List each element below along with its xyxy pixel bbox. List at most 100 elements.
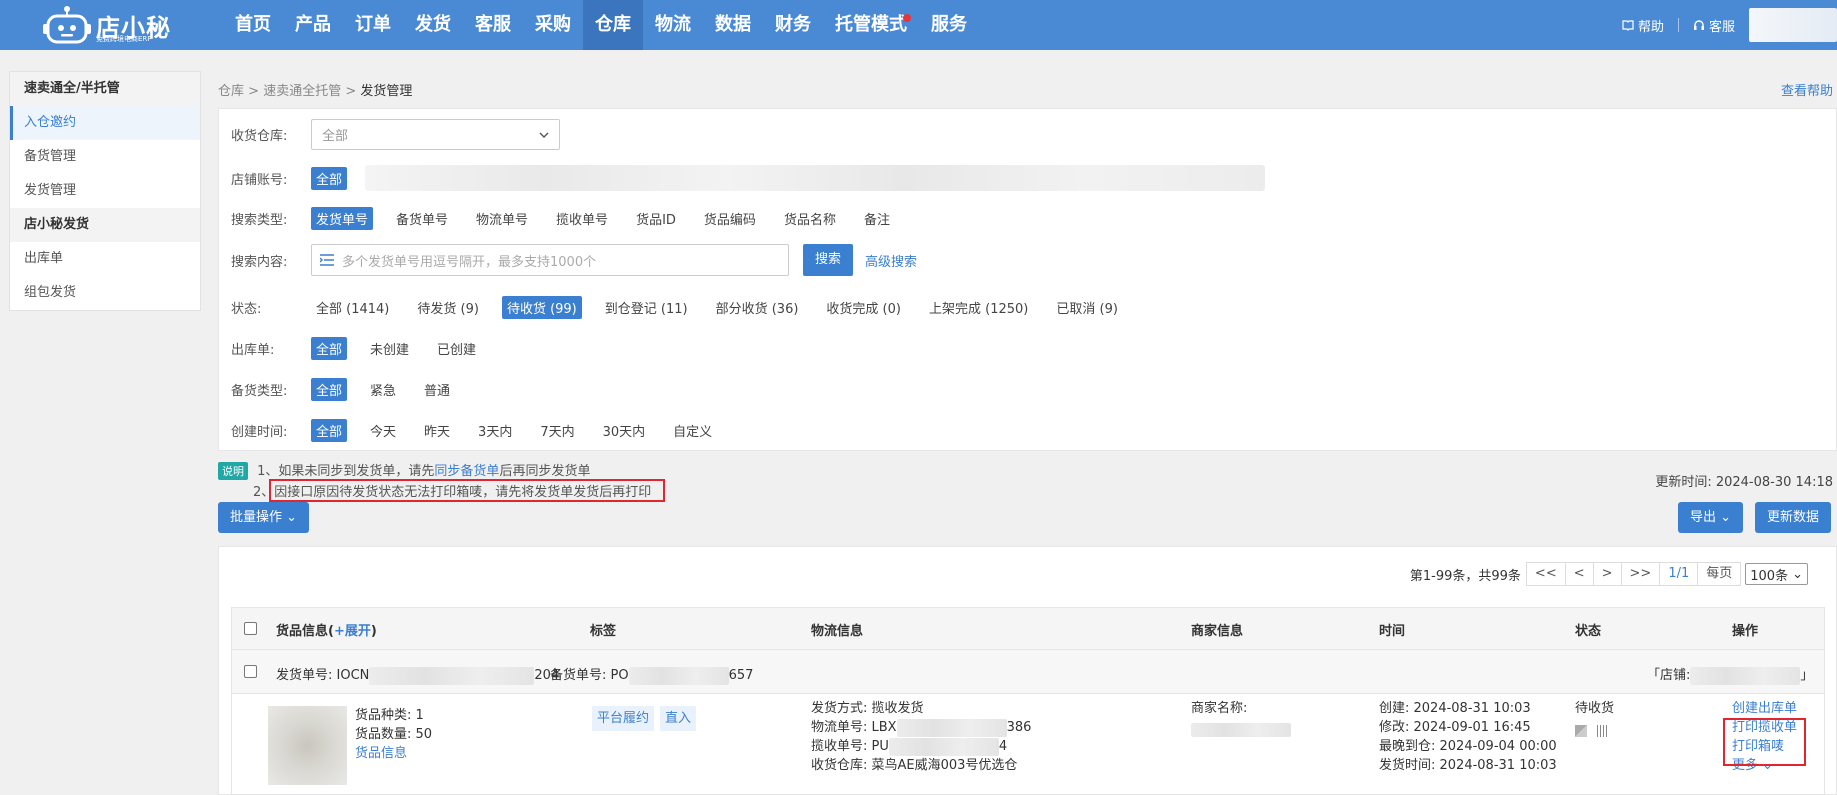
nav-services[interactable]: 服务 — [919, 0, 979, 50]
service-top-link[interactable]: 客服 — [1693, 16, 1735, 35]
sidebar-item-shipping-management[interactable]: 发货管理 — [10, 174, 200, 208]
export-button[interactable]: 导出 ⌄ — [1678, 502, 1744, 533]
sidebar-item-outbound-order[interactable]: 出库单 — [10, 242, 200, 276]
nav-customer-service[interactable]: 客服 — [463, 0, 523, 50]
breadcrumb: 仓库 > 速卖通全托管 > 发货管理 — [218, 80, 412, 99]
help-top-label: 帮助 — [1637, 19, 1664, 35]
header-tags: 标签 — [590, 624, 617, 639]
logistics-cell: 发货方式: 揽收发货 物流单号: LBX 386 揽收单号: PU 4 收货仓库: … — [811, 699, 1031, 775]
expand-link[interactable]: +展开 — [334, 624, 371, 639]
search-button[interactable]: 搜索 — [803, 244, 854, 276]
ship-method: 发货方式: 揽收发货 — [811, 701, 924, 716]
sync-stock-order-link[interactable]: 同步备货单 — [434, 464, 499, 479]
store-name-close: 」 — [1800, 668, 1814, 683]
stock-type-option[interactable]: 普通 — [419, 378, 455, 401]
outbound-option[interactable]: 未创建 — [365, 337, 414, 360]
nav-finance[interactable]: 财务 — [763, 0, 823, 50]
per-page-value: 100条 — [1750, 568, 1789, 584]
status-option[interactable]: 待发货 (9) — [412, 296, 484, 319]
refresh-data-button[interactable]: 更新数据 — [1755, 502, 1832, 533]
select-all-checkbox[interactable] — [244, 622, 257, 635]
search-type-option[interactable]: 备注 — [859, 207, 895, 230]
search-type-option[interactable]: 备货单号 — [391, 207, 453, 230]
created-option[interactable]: 3天内 — [473, 419, 517, 442]
nav-logistics[interactable]: 物流 — [643, 0, 703, 50]
status-cell: 待收货 — [1575, 699, 1619, 743]
created-option[interactable]: 昨天 — [419, 419, 455, 442]
filter-stock-type-row: 备货类型: 全部 紧急 普通 — [231, 378, 473, 401]
stock-type-option[interactable]: 紧急 — [365, 378, 401, 401]
outbound-option[interactable]: 已创建 — [432, 337, 481, 360]
goods-kinds: 货品种类: 1 — [355, 708, 424, 723]
sidebar-group-aliexpress-hosting: 速卖通全/半托管 — [10, 72, 200, 106]
store-option-all[interactable]: 全部 — [311, 166, 348, 190]
first-page-button[interactable]: << — [1525, 562, 1566, 586]
search-type-option[interactable]: 揽收单号 — [551, 207, 613, 230]
prev-page-button[interactable]: < — [1564, 562, 1594, 586]
search-type-option[interactable]: 物流单号 — [471, 207, 533, 230]
nav-shipping[interactable]: 发货 — [403, 0, 463, 50]
per-page-select[interactable]: 100条 ⌄ — [1745, 563, 1808, 585]
copy-icon[interactable] — [1575, 725, 1587, 737]
search-type-option[interactable]: 货品编码 — [699, 207, 761, 230]
status-option-selected[interactable]: 待收货 (99) — [501, 296, 582, 319]
created-option[interactable]: 30天内 — [598, 419, 651, 442]
redacted-block — [369, 666, 535, 685]
receiving-warehouse: 收货仓库: 菜鸟AE威海003号优选仓 — [811, 758, 1018, 773]
created-option[interactable]: 今天 — [365, 419, 401, 442]
goods-info: 货品种类: 1 货品数量: 50 货品信息 — [355, 706, 432, 763]
status-option[interactable]: 收货完成 (0) — [821, 296, 906, 319]
nav-data[interactable]: 数据 — [703, 0, 763, 50]
next-page-button[interactable]: > — [1592, 562, 1622, 586]
stock-type-option[interactable]: 全部 — [311, 378, 348, 401]
help-top-link[interactable]: 帮助 — [1622, 16, 1664, 35]
status-option[interactable]: 上架完成 (1250) — [924, 296, 1033, 319]
batch-operation-button[interactable]: 批量操作 ⌄ — [218, 502, 310, 533]
nav-purchase[interactable]: 采购 — [523, 0, 583, 50]
create-outbound-link[interactable]: 创建出库单 — [1732, 699, 1797, 718]
search-type-option[interactable]: 发货单号 — [311, 207, 374, 230]
tag-platform: 平台履约 — [592, 706, 655, 731]
logistics-number-label: 物流单号: LBX — [811, 720, 897, 735]
nav-hosting-mode[interactable]: 托管模式 — [823, 0, 919, 50]
sidebar-item-inbound-invite[interactable]: 入仓邀约 — [10, 106, 200, 140]
filter-search-content-row: 搜索内容: 多个发货单号用逗号隔开，最多支持1000个 搜索 高级搜索 — [231, 244, 917, 276]
breadcrumb-aliexpress-hosting[interactable]: 速卖通全托管 — [263, 84, 341, 99]
barcode-icon[interactable] — [1597, 725, 1609, 737]
created-option[interactable]: 自定义 — [668, 419, 717, 442]
breadcrumb-warehouse[interactable]: 仓库 — [218, 84, 244, 99]
created-option[interactable]: 全部 — [311, 419, 348, 442]
product-thumbnail[interactable] — [268, 706, 347, 785]
user-account-area[interactable] — [1749, 8, 1837, 42]
header-goods-close: ) — [370, 624, 377, 639]
header-merchant: 商家信息 — [1191, 624, 1244, 639]
redacted-block — [1690, 666, 1801, 685]
advanced-search-link[interactable]: 高级搜索 — [865, 251, 917, 270]
search-type-option[interactable]: 货品名称 — [779, 207, 841, 230]
nav-products[interactable]: 产品 — [283, 0, 343, 50]
sidebar-item-stock-management[interactable]: 备货管理 — [10, 140, 200, 174]
created-option[interactable]: 7天内 — [535, 419, 579, 442]
nav-home[interactable]: 首页 — [223, 0, 283, 50]
per-page-label: 每页 — [1697, 562, 1742, 586]
filter-label: 创建时间: — [231, 425, 288, 440]
filter-label: 店铺账号: — [231, 172, 288, 188]
goods-info-link[interactable]: 货品信息 — [355, 744, 432, 763]
logo[interactable]: 店小秘 免费跨境电商ERP — [42, 4, 182, 46]
store-accounts-redacted — [365, 165, 1266, 191]
warehouse-select[interactable]: 全部 — [311, 119, 560, 150]
status-option[interactable]: 到仓登记 (11) — [600, 296, 693, 319]
nav-orders[interactable]: 订单 — [343, 0, 403, 50]
service-top-label: 客服 — [1708, 19, 1735, 35]
status-option[interactable]: 部分收货 (36) — [711, 296, 804, 319]
status-option[interactable]: 全部 (1414) — [311, 296, 394, 319]
outbound-option[interactable]: 全部 — [311, 337, 348, 360]
view-help-link[interactable]: 查看帮助 — [1781, 80, 1833, 99]
search-type-option[interactable]: 货品ID — [631, 207, 681, 230]
last-page-button[interactable]: >> — [1620, 562, 1661, 586]
row-checkbox[interactable] — [244, 665, 257, 678]
search-input[interactable]: 多个发货单号用逗号隔开，最多支持1000个 — [311, 244, 789, 276]
nav-warehouse[interactable]: 仓库 — [583, 0, 643, 50]
status-option[interactable]: 已取消 (9) — [1051, 296, 1123, 319]
sidebar-item-package-shipping[interactable]: 组包发货 — [10, 276, 200, 310]
